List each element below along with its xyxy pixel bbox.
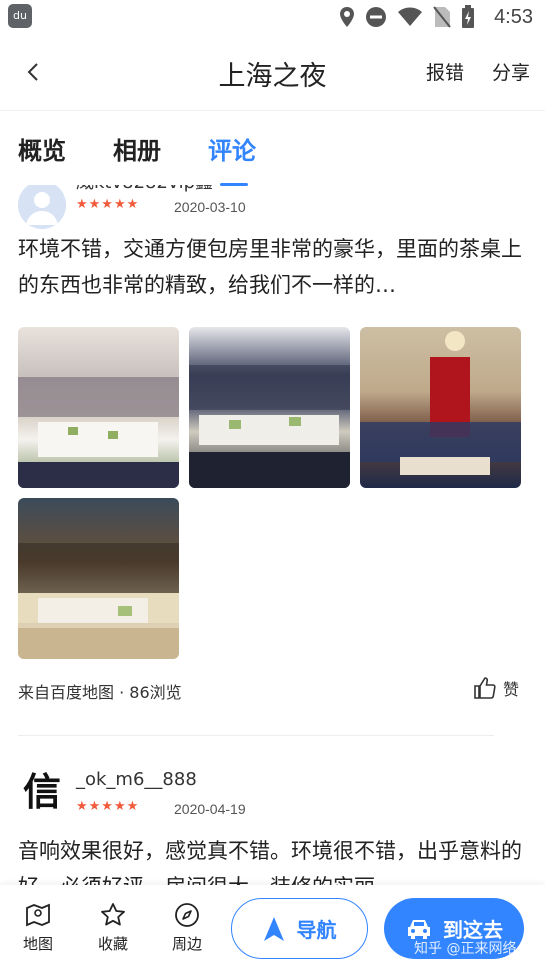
avatar[interactable]: 信 <box>18 768 66 816</box>
avatar[interactable] <box>18 185 66 229</box>
review-text[interactable]: 环境不错，交通方便包房里非常的豪华，里面的茶桌上的东西也非常的精致，给我们不一样… <box>18 231 530 303</box>
review-text[interactable]: 音响效果很好，感觉真不错。环境很不错，出乎意料的好，必须好评。房间很大，装修的实… <box>18 833 530 885</box>
review-photo[interactable] <box>18 327 179 488</box>
map-label: 地图 <box>22 935 53 953</box>
review-date: 2020-04-19 <box>174 801 246 817</box>
do-not-disturb-icon <box>366 7 386 27</box>
navigate-label: 导航 <box>296 918 337 942</box>
wifi-icon <box>398 7 422 26</box>
review-photo[interactable] <box>360 327 521 488</box>
review-date: 2020-03-10 <box>174 199 246 215</box>
status-icons <box>339 5 475 29</box>
clock: 4:53 <box>494 6 533 28</box>
thumbs-up-icon <box>474 677 496 699</box>
review-username[interactable]: _ok_m6__888 <box>76 769 197 790</box>
favorite-label: 收藏 <box>97 935 128 953</box>
compass-icon <box>175 903 199 927</box>
review-source-and-views: 来自百度地图 · 86浏览 <box>18 683 182 702</box>
status-bar: du 4:53 <box>0 0 545 34</box>
ktv-room-photo <box>360 331 521 475</box>
tab-reviews[interactable]: 评论 <box>208 131 256 166</box>
location-icon <box>340 7 354 27</box>
share-button[interactable]: 分享 <box>492 58 530 85</box>
tab-overview[interactable]: 概览 <box>18 131 66 166</box>
car-icon <box>408 919 430 939</box>
no-sim-icon <box>433 6 451 28</box>
nearby-label: 周边 <box>171 935 202 953</box>
ktv-room-photo <box>189 365 350 488</box>
star-rating: ★★★★★ <box>76 799 140 814</box>
favorite-button[interactable]: 收藏 <box>89 901 137 954</box>
top-nav-bar: 上海之夜 报错 分享 <box>0 34 545 111</box>
watermark: 知乎 @正来网络 <box>414 941 517 957</box>
nearby-button[interactable]: 周边 <box>163 901 211 954</box>
ktv-room-photo <box>18 543 179 659</box>
tab-bar: 概览 相册 评论 <box>0 111 545 186</box>
default-avatar-icon <box>18 185 66 229</box>
map-icon <box>26 903 50 927</box>
like-button[interactable]: 赞 <box>473 676 519 700</box>
map-button[interactable]: 地图 <box>14 901 62 954</box>
navigate-button[interactable]: 导航 <box>231 898 368 959</box>
battery-charging-icon <box>462 5 474 28</box>
star-rating: ★★★★★ <box>76 197 140 212</box>
reviews-list[interactable]: 威ktv8282vip鑫 ★★★★★ 2020-03-10 环境不错，交通方便包… <box>0 185 545 885</box>
review-divider <box>18 735 494 736</box>
ktv-room-photo <box>18 377 179 488</box>
report-error-button[interactable]: 报错 <box>426 58 464 85</box>
navigation-arrow-icon <box>263 916 284 941</box>
bottom-action-bar: 地图 收藏 周边 导航 到这去 <box>0 885 545 972</box>
app-notification-icon: du <box>8 4 32 28</box>
review-username[interactable]: 威ktv8282vip鑫 <box>76 185 213 194</box>
star-outline-icon <box>101 903 125 926</box>
tab-album[interactable]: 相册 <box>113 131 161 166</box>
review-photo[interactable] <box>18 498 179 659</box>
review-photo[interactable] <box>189 327 350 488</box>
like-label: 赞 <box>503 680 520 699</box>
